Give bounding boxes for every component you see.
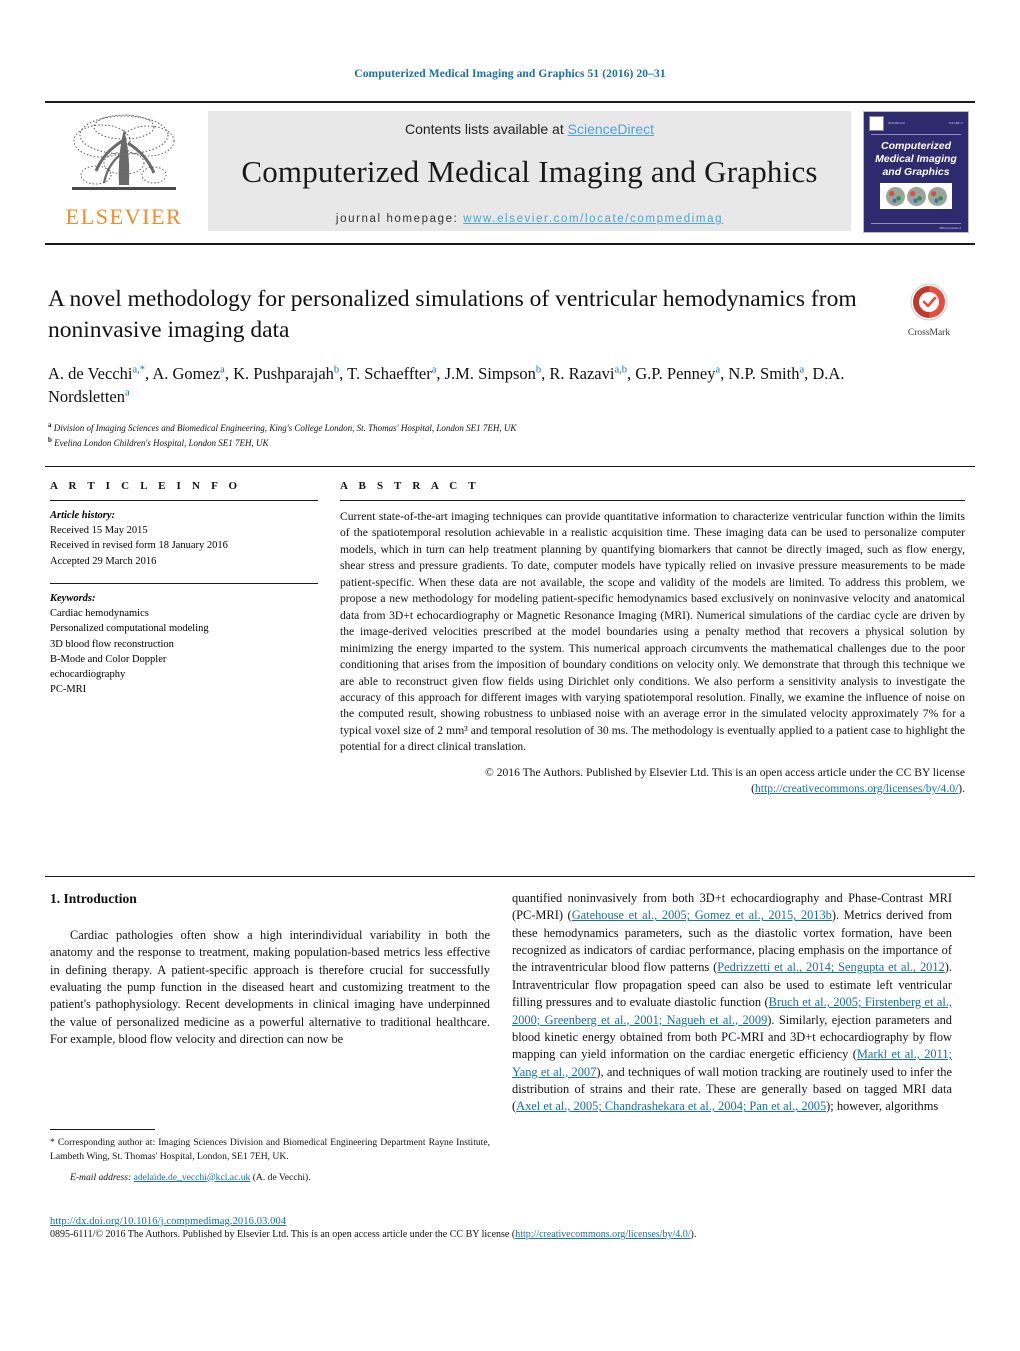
contents-prefix: Contents lists available at bbox=[404, 121, 568, 137]
article-history-group: Article history: Received 15 May 2015 Re… bbox=[50, 508, 318, 569]
elsevier-wordmark: ELSEVIER bbox=[65, 204, 183, 229]
cover-title-line-1: Computerized bbox=[880, 140, 951, 152]
doi-link[interactable]: http://dx.doi.org/10.1016/j.compmedimag.… bbox=[50, 1216, 286, 1227]
abstract-copyright: © 2016 The Authors. Published by Elsevie… bbox=[340, 765, 965, 798]
copyright-text: © 2016 The Authors. Published by Elsevie… bbox=[485, 765, 965, 779]
brain-scan-icon bbox=[906, 186, 926, 206]
author-email-link[interactable]: adelaide.de_vecchi@kcl.ac.uk bbox=[134, 1172, 251, 1183]
keyword-item: PC-MRI bbox=[50, 684, 87, 696]
history-item: Accepted 29 March 2016 bbox=[50, 555, 157, 567]
article-info-heading: A R T I C L E I N F O bbox=[50, 480, 242, 492]
cover-issn-tag: ISSN 0895-6111 bbox=[888, 121, 906, 125]
author-list: A. de Vecchia,*, A. Gomeza, K. Pushparaj… bbox=[48, 364, 845, 407]
cover-title-line-3: and Graphics bbox=[882, 165, 950, 178]
keywords-label: Keywords: bbox=[50, 592, 96, 604]
abstract-top-rule bbox=[45, 466, 975, 467]
journal-homepage-link[interactable]: www.elsevier.com/locate/compmedimag bbox=[463, 213, 723, 225]
footnote-block: * Corresponding author at: Imaging Scien… bbox=[50, 1136, 490, 1184]
brain-scan-icon bbox=[885, 186, 905, 206]
article-info-rule bbox=[50, 500, 318, 501]
copyright-paren-close: ). bbox=[958, 782, 965, 796]
cover-footer-small: Official journal of bbox=[939, 226, 961, 231]
introduction-right-column: quantified noninvasively from both 3D+t … bbox=[512, 890, 952, 1116]
introduction-left-column: 1. Introduction Cardiac pathologies ofte… bbox=[50, 890, 490, 1048]
keyword-item: Cardiac hemodynamics bbox=[50, 608, 149, 620]
crossmark-badge[interactable]: CrossMark bbox=[895, 283, 963, 338]
email-owner: (A. de Vecchi). bbox=[252, 1171, 311, 1183]
footer-doi-block: http://dx.doi.org/10.1016/j.compmedimag.… bbox=[50, 1216, 975, 1240]
footer-cc-link[interactable]: http://creativecommons.org/licenses/by/4… bbox=[515, 1229, 690, 1240]
cover-mini-logo-icon bbox=[869, 116, 884, 131]
email-note: E-mail address: adelaide.de_vecchi@kcl.a… bbox=[50, 1171, 490, 1185]
affiliation-item: b Evelina London Children's Hospital, Lo… bbox=[48, 436, 269, 449]
abstract-heading: A B S T R A C T bbox=[340, 480, 480, 492]
journal-title: Computerized Medical Imaging and Graphic… bbox=[241, 154, 818, 189]
abstract-text: Current state-of-the-art imaging techniq… bbox=[340, 510, 965, 754]
journal-masthead: ELSEVIER Contents lists available at Sci… bbox=[45, 101, 975, 242]
citation-link[interactable]: Pedrizzetti et al., 2014; Sengupta et al… bbox=[717, 960, 945, 974]
paper-page: Computerized Medical Imaging and Graphic… bbox=[0, 0, 1020, 1351]
affiliation-list: a Division of Imaging Sciences and Biome… bbox=[48, 420, 868, 451]
elsevier-logo: ELSEVIER bbox=[53, 111, 195, 229]
cover-topbar: ISSN 0895-6111 VOLUME 51 bbox=[864, 112, 968, 131]
contents-available-line: Contents lists available at ScienceDirec… bbox=[208, 111, 851, 137]
footnote-rule bbox=[50, 1129, 155, 1130]
crossmark-icon bbox=[910, 283, 948, 321]
keyword-item: Personalized computational modeling bbox=[50, 623, 209, 635]
masthead-bottom-rule bbox=[45, 243, 975, 245]
article-info-column: A R T I C L E I N F O Article history: R… bbox=[50, 480, 318, 697]
abstract-column: A B S T R A C T Current state-of-the-art… bbox=[340, 480, 965, 798]
elsevier-tree-icon bbox=[72, 114, 176, 190]
cover-title-line-2: Medical Imaging bbox=[875, 152, 957, 165]
brain-scan-icon bbox=[927, 186, 947, 206]
title-block: A novel methodology for personalized sim… bbox=[48, 284, 868, 451]
cover-volume-tag: VOLUME 51 bbox=[948, 121, 963, 125]
introduction-continued: quantified noninvasively from both 3D+t … bbox=[512, 890, 952, 1116]
article-history-label: Article history: bbox=[50, 510, 116, 521]
issn-tail: ). bbox=[690, 1229, 697, 1240]
keyword-item: B-Mode and Color Doppler bbox=[50, 653, 167, 665]
journal-homepage-line: journal homepage: www.elsevier.com/locat… bbox=[208, 213, 851, 225]
article-info-separator bbox=[50, 582, 318, 584]
journal-band: Contents lists available at ScienceDirec… bbox=[208, 111, 851, 231]
doi-line: http://dx.doi.org/10.1016/j.compmedimag.… bbox=[50, 1216, 975, 1227]
body-text: ); however, algorithms bbox=[826, 1099, 939, 1114]
citation-link[interactable]: Gatehouse et al., 2005; Gomez et al., 20… bbox=[572, 908, 832, 922]
affiliation-item: a Division of Imaging Sciences and Biome… bbox=[48, 420, 517, 433]
abstract-rule bbox=[340, 500, 965, 501]
cc-license-link[interactable]: http://creativecommons.org/licenses/by/4… bbox=[755, 782, 958, 795]
citation-link[interactable]: Axel et al., 2005; Chandrashekara et al.… bbox=[516, 1099, 826, 1113]
abstract-bottom-rule bbox=[45, 876, 975, 877]
cover-divider bbox=[871, 134, 961, 135]
section-heading-introduction: 1. Introduction bbox=[50, 891, 137, 906]
cover-brain-image bbox=[880, 183, 952, 210]
crossmark-label: CrossMark bbox=[907, 328, 951, 338]
keyword-item: 3D blood flow reconstruction bbox=[50, 638, 174, 650]
cover-title: Computerized Medical Imaging and Graphic… bbox=[864, 140, 968, 178]
keyword-item: echocardiography bbox=[50, 668, 126, 680]
keywords-group: Keywords: Cardiac hemodynamics Personali… bbox=[50, 591, 318, 698]
cover-footer-bold: The Computerized Medical Imaging Society bbox=[886, 231, 961, 232]
homepage-prefix: journal homepage: bbox=[335, 213, 464, 225]
issn-text: 0895-6111/© 2016 The Authors. Published … bbox=[50, 1229, 516, 1240]
issn-copyright-line: 0895-6111/© 2016 The Authors. Published … bbox=[50, 1229, 975, 1240]
introduction-paragraph: Cardiac pathologies often show a high in… bbox=[50, 927, 490, 1047]
sciencedirect-link[interactable]: ScienceDirect bbox=[568, 121, 654, 137]
corresponding-author-note: * Corresponding author at: Imaging Scien… bbox=[50, 1137, 490, 1162]
running-head: Computerized Medical Imaging and Graphic… bbox=[354, 68, 666, 80]
cover-footer-note: Official journal of The Computerized Med… bbox=[864, 224, 968, 232]
email-label: E-mail address: bbox=[70, 1171, 132, 1183]
history-item: Received in revised form 18 January 2016 bbox=[50, 540, 228, 552]
history-item: Received 15 May 2015 bbox=[50, 525, 148, 537]
page-title: A novel methodology for personalized sim… bbox=[48, 286, 857, 344]
journal-cover-thumbnail[interactable]: ISSN 0895-6111 VOLUME 51 Computerized Me… bbox=[863, 111, 969, 233]
